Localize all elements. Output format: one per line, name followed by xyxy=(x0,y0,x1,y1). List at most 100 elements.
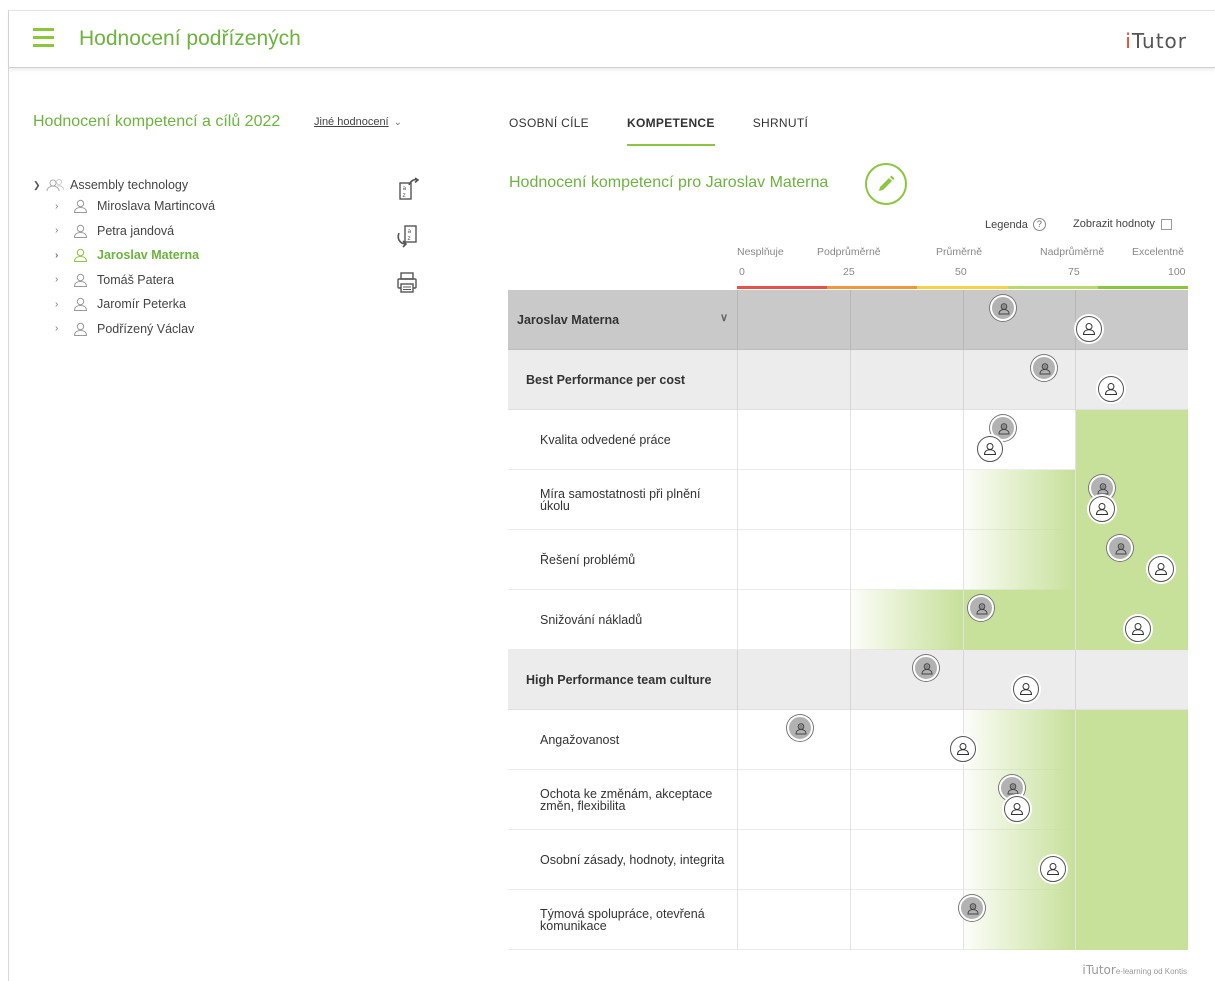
grid-line xyxy=(737,410,738,470)
self-rating-marker[interactable] xyxy=(1075,316,1102,342)
user-icon xyxy=(73,322,88,336)
competency-group-row: Best Performance per cost xyxy=(508,350,1188,410)
grid-line xyxy=(1075,530,1077,590)
competency-row: Ochota ke změnám, akceptace změn, flexib… xyxy=(508,770,1188,830)
row-label: Snižování nákladů xyxy=(508,590,737,650)
chevron-down-icon[interactable]: ❯ xyxy=(33,180,45,191)
scale-color-bar xyxy=(737,286,1189,289)
scale-level-label: Nadprůměrně xyxy=(1040,246,1105,258)
grid-line xyxy=(962,650,964,710)
scale-color-segment xyxy=(827,286,918,289)
row-label-text: Ochota ke změnám, akceptace změn, flexib… xyxy=(540,786,713,813)
self-rating-marker[interactable] xyxy=(1012,676,1039,702)
grid-line xyxy=(849,410,851,470)
pencil-icon xyxy=(879,175,895,191)
self-rating-marker[interactable] xyxy=(1098,376,1125,402)
tree-item-person[interactable]: › Podřízený Václav xyxy=(33,317,215,342)
manager-rating-marker[interactable] xyxy=(913,655,940,681)
svg-text:z: z xyxy=(408,235,411,242)
row-label-text: Míra samostatnosti při plnění úkolu xyxy=(540,486,701,513)
grid-line xyxy=(737,470,738,530)
competency-row: Angažovanost xyxy=(508,710,1188,770)
manager-rating-marker[interactable] xyxy=(1030,355,1057,381)
row-label: Best Performance per cost xyxy=(508,350,737,410)
scale-tick-label: 25 xyxy=(843,266,855,278)
competency-row: Týmová spolupráce, otevřená komunikace xyxy=(508,890,1188,950)
competency-row: Řešení problémů xyxy=(508,530,1188,590)
competency-grid: Jaroslav Materna ∨ Best Performance per co… xyxy=(508,290,1188,950)
self-rating-marker[interactable] xyxy=(1039,856,1066,882)
grid-line xyxy=(962,770,964,830)
self-rating-marker[interactable] xyxy=(1147,556,1174,582)
tree-item-person[interactable]: › Miroslava Martincová xyxy=(33,194,215,219)
section-title: Hodnocení kompetencí pro Jaroslav Matern… xyxy=(509,174,829,191)
chevron-right-icon[interactable]: › xyxy=(55,274,73,285)
other-evaluation-dropdown[interactable]: Jiné hodnocení ⌄ xyxy=(314,116,402,128)
scale-tick-label: 0 xyxy=(739,266,745,278)
grid-line xyxy=(849,770,851,830)
row-label-text: Snižování nákladů xyxy=(540,612,643,627)
expected-level-band xyxy=(1075,410,1188,470)
export-sorted-icon[interactable]: az xyxy=(394,176,420,202)
row-label-text: Řešení problémů xyxy=(540,552,636,567)
rating-area xyxy=(737,770,1188,830)
competency-row: Míra samostatnosti při plnění úkolu xyxy=(508,470,1188,530)
tree-item-person[interactable]: › Jaromír Peterka xyxy=(33,292,215,317)
chevron-right-icon[interactable]: › xyxy=(55,299,73,310)
row-label: Míra samostatnosti při plnění úkolu xyxy=(508,470,737,530)
tab-shrnutí[interactable]: SHRNUTÍ xyxy=(753,116,808,136)
manager-rating-marker[interactable] xyxy=(958,895,985,921)
manager-rating-marker[interactable] xyxy=(990,295,1017,321)
competency-row: Snižování nákladů xyxy=(508,590,1188,650)
chevron-right-icon[interactable]: › xyxy=(55,225,73,236)
scale-color-segment xyxy=(737,286,828,289)
tree-root-group[interactable]: ❯ Assembly technology xyxy=(33,176,215,194)
rating-area xyxy=(737,650,1188,710)
tree-item-label: Podřízený Václav xyxy=(97,321,195,336)
manager-rating-marker[interactable] xyxy=(787,715,814,741)
chevron-right-icon[interactable]: › xyxy=(55,323,73,334)
row-label-text: Angažovanost xyxy=(540,732,620,747)
tab-kompetence[interactable]: KOMPETENCE xyxy=(627,116,715,146)
help-icon: ? xyxy=(1032,218,1046,231)
rating-area xyxy=(737,470,1188,530)
self-rating-marker[interactable] xyxy=(976,436,1003,462)
row-label-text: Osobní zásady, hodnoty, integrita xyxy=(540,852,725,867)
user-icon xyxy=(73,273,88,287)
show-values-checkbox[interactable] xyxy=(1160,218,1172,230)
scale-color-segment xyxy=(1007,286,1098,289)
print-icon[interactable] xyxy=(394,270,420,296)
legend-link[interactable]: Legenda? xyxy=(985,218,1046,231)
side-toolbar: az az xyxy=(394,176,420,317)
import-sorted-icon[interactable]: az xyxy=(394,223,420,249)
tab-osobní-cíle[interactable]: OSOBNÍ CÍLE xyxy=(509,116,589,136)
grid-line xyxy=(1075,470,1077,530)
grid-line xyxy=(737,530,738,590)
grid-line xyxy=(1075,350,1077,410)
svg-text:a: a xyxy=(403,185,407,192)
edit-button[interactable] xyxy=(865,163,907,205)
row-label: Osobní zásady, hodnoty, integrita xyxy=(508,830,737,890)
tree-item-person[interactable]: › Tomáš Patera xyxy=(33,268,215,293)
grid-line xyxy=(1075,890,1077,950)
grid-line xyxy=(849,830,851,890)
grid-line xyxy=(737,770,738,830)
grid-line xyxy=(962,530,964,590)
tree-item-label: Miroslava Martincová xyxy=(97,199,216,214)
self-rating-marker[interactable] xyxy=(949,736,976,762)
tree-item-person[interactable]: › Petra jandová xyxy=(33,219,215,244)
grid-line xyxy=(1075,650,1077,710)
self-rating-marker[interactable] xyxy=(1003,796,1030,822)
chevron-right-icon[interactable]: › xyxy=(55,250,73,261)
hamburger-menu-icon[interactable] xyxy=(33,28,54,48)
manager-rating-marker[interactable] xyxy=(967,595,994,621)
employee-summary-row[interactable]: Jaroslav Materna ∨ xyxy=(508,290,1188,350)
grid-line xyxy=(1075,710,1077,770)
grid-line xyxy=(849,710,851,770)
chevron-down-icon[interactable]: ∨ xyxy=(720,313,728,324)
group-icon xyxy=(46,179,65,192)
tree-item-person[interactable]: › Jaroslav Materna xyxy=(33,243,215,268)
grid-line xyxy=(1075,770,1077,830)
row-label-text: Jaroslav Materna xyxy=(517,312,620,327)
chevron-right-icon[interactable]: › xyxy=(55,201,73,212)
